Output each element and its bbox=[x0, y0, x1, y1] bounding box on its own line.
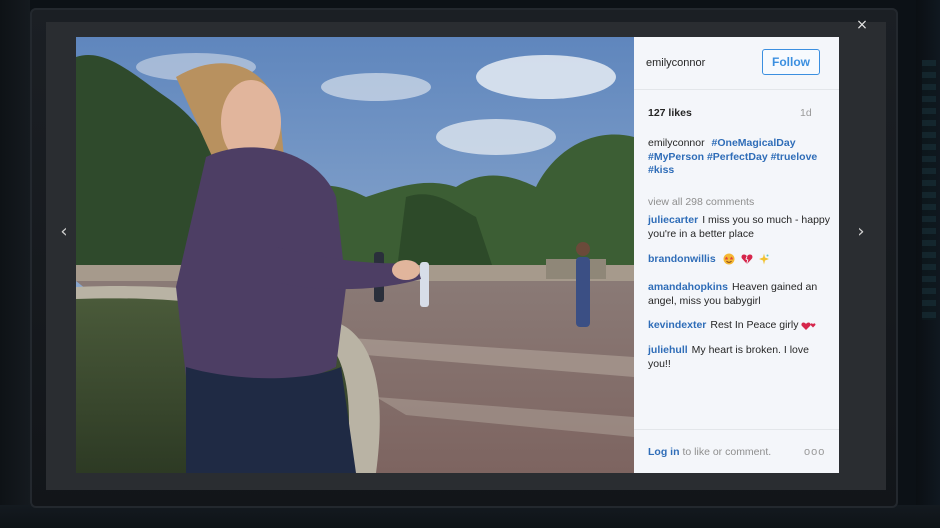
post-header: emilyconnor Follow bbox=[634, 37, 839, 90]
monitor-right-edge bbox=[916, 0, 940, 528]
comment-item: kevindexter Rest In Peace girly bbox=[648, 319, 830, 333]
comment-item: juliehull My heart is broken. I love you!… bbox=[648, 344, 830, 371]
hashtag[interactable]: #truelove bbox=[771, 151, 818, 163]
close-icon[interactable]: × bbox=[855, 18, 869, 32]
comment-username[interactable]: juliecarter bbox=[648, 214, 698, 226]
star-struck-face-icon bbox=[723, 253, 735, 265]
comment-item: brandonwillis bbox=[648, 253, 830, 267]
monitor-bottom-edge bbox=[0, 505, 940, 528]
post-username[interactable]: emilyconnor bbox=[646, 57, 705, 69]
likes-count[interactable]: 127 likes bbox=[648, 107, 692, 119]
post-side-panel: emilyconnor Follow 127 likes 1d emilycon… bbox=[634, 37, 839, 473]
post-photo[interactable] bbox=[76, 37, 634, 473]
comment-username[interactable]: amandahopkins bbox=[648, 281, 728, 293]
comment-item: juliecarter I miss you so much - happy yo… bbox=[648, 214, 830, 241]
comment-username[interactable]: juliehull bbox=[648, 344, 688, 356]
photo-illustration bbox=[76, 37, 634, 473]
comment-text: Rest In Peace girly bbox=[710, 319, 799, 331]
caption-author[interactable]: emilyconnor bbox=[648, 137, 705, 149]
next-post-arrow-icon[interactable]: › bbox=[853, 222, 869, 242]
post-caption: emilyconnor #OneMagicalDay #MyPerson #Pe… bbox=[648, 137, 828, 178]
view-all-comments-link[interactable]: view all 298 comments bbox=[648, 196, 754, 208]
monitor-left-edge bbox=[0, 0, 30, 528]
login-link[interactable]: Log in bbox=[648, 446, 680, 458]
hearts-icon bbox=[801, 322, 816, 330]
broken-heart-icon bbox=[741, 254, 752, 265]
hashtag[interactable]: #MyPerson bbox=[648, 151, 704, 163]
more-options-icon[interactable]: ooo bbox=[804, 446, 825, 458]
previous-post-arrow-icon[interactable]: ‹ bbox=[56, 222, 72, 242]
comment-username[interactable]: brandonwillis bbox=[648, 253, 716, 265]
post-footer: Log in to like or comment. ooo bbox=[634, 429, 839, 474]
login-prompt: Log in to like or comment. bbox=[648, 446, 771, 458]
comment-item: amandahopkins Heaven gained an angel, mis… bbox=[648, 281, 830, 308]
hashtag[interactable]: #OneMagicalDay bbox=[712, 137, 796, 149]
login-prompt-text: to like or comment. bbox=[682, 446, 772, 458]
hashtag[interactable]: #kiss bbox=[648, 164, 674, 176]
background-screen-strip bbox=[922, 60, 936, 320]
sparkles-icon bbox=[759, 253, 770, 265]
post-age: 1d bbox=[800, 107, 812, 119]
hashtag[interactable]: #PerfectDay bbox=[707, 151, 768, 163]
comment-username[interactable]: kevindexter bbox=[648, 319, 706, 331]
follow-button[interactable]: Follow bbox=[762, 49, 820, 75]
